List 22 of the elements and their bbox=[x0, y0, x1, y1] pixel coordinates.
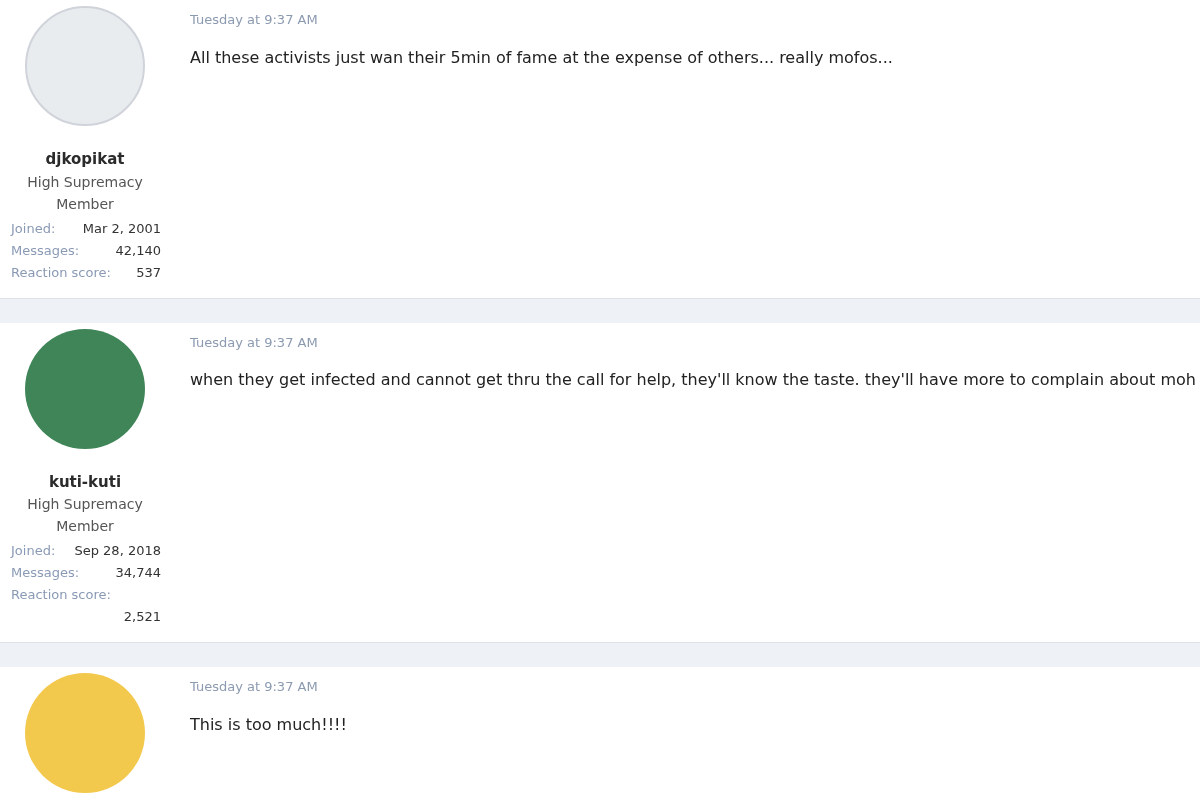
stat-label: Messages: bbox=[11, 241, 81, 260]
post-message: All these activists just wan their 5min of fame at the expense of others... really mofos... bbox=[190, 46, 894, 69]
stat-value: 42,140 bbox=[115, 241, 161, 260]
stat-label: Reaction score: bbox=[11, 263, 112, 282]
stat-value: Mar 2, 2001 bbox=[82, 219, 161, 238]
stat-value: 34,744 bbox=[115, 564, 161, 582]
stat-value: 2,521 bbox=[123, 608, 161, 626]
stat-label: Reaction score: bbox=[11, 586, 112, 604]
post-date[interactable]: Tuesday at 9:37 AM bbox=[190, 332, 1200, 352]
stat-label: Messages: bbox=[11, 564, 81, 582]
post-date[interactable]: Tuesday at 9:37 AM bbox=[190, 10, 1200, 30]
post-message: when they get infected and cannot get thru the call for help, they'll know the taste. they'll have more to complain about moh bbox=[190, 369, 1197, 391]
stat-value: Sep 28, 2018 bbox=[74, 542, 161, 560]
username-link[interactable]: kuti-kuti bbox=[48, 470, 122, 493]
stat-value: 537 bbox=[136, 263, 161, 282]
user-title: High Supremacy Member bbox=[26, 495, 144, 536]
user-title: High Supremacy Member bbox=[26, 172, 144, 214]
stat-label: Joined: bbox=[11, 542, 57, 560]
post-date[interactable]: Tuesday at 9:37 AM bbox=[190, 677, 1200, 697]
username-link[interactable]: djkopikat bbox=[45, 148, 125, 171]
stat-label: Joined: bbox=[11, 219, 57, 238]
post-message: This is too much!!!! bbox=[190, 713, 348, 736]
